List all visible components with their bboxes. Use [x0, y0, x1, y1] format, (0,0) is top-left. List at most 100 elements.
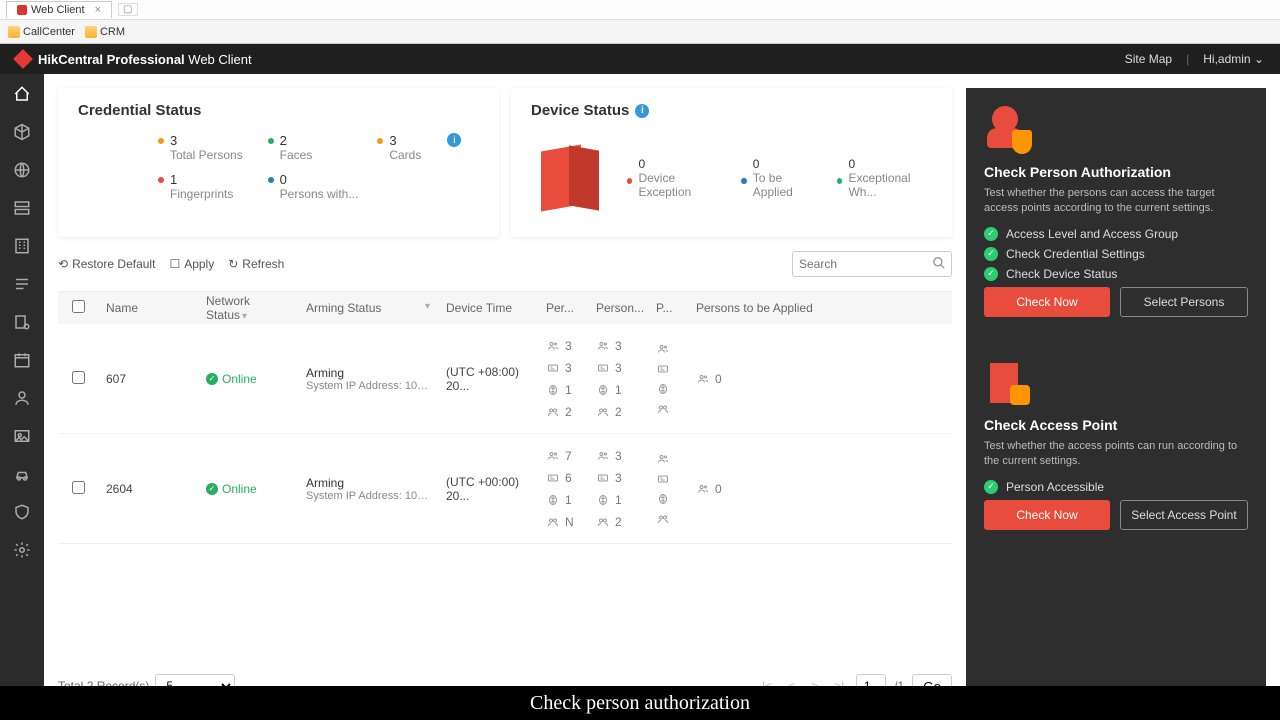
status-dot — [377, 138, 383, 144]
network-status: ✓Online — [206, 372, 290, 386]
card-title: Credential Status — [78, 102, 479, 119]
table-row[interactable]: 607✓OnlineArmingSystem IP Address: 10.9.… — [58, 324, 952, 434]
device-time: (UTC +08:00) 20... — [438, 365, 538, 393]
tab-title: Web Client — [31, 4, 85, 16]
table-row[interactable]: 2604 ✓Online ArmingSystem IP Address: 10.9… — [58, 434, 952, 544]
credential-grid: 3Total Persons 2Faces 3Cardsi 1Fingerpri… — [158, 133, 479, 201]
browser-tab[interactable]: Web Client × — [6, 1, 112, 18]
person-metric-icon — [546, 494, 560, 506]
nav-globe-icon[interactable] — [12, 160, 32, 180]
device-table: Name Network Status▾ Arming Status▾ Devi… — [58, 291, 952, 656]
nav-settings-icon[interactable] — [12, 540, 32, 560]
person-metric-icon — [546, 516, 560, 528]
person-metric-icon — [596, 406, 610, 418]
col-network[interactable]: Network Status▾ — [198, 294, 298, 322]
main-area: Credential Status 3Total Persons 2Faces … — [58, 88, 952, 706]
arming-status: Arming — [306, 476, 430, 490]
search-input[interactable] — [792, 251, 952, 277]
filter-icon[interactable]: ▾ — [242, 311, 247, 322]
nav-image-icon[interactable] — [12, 426, 32, 446]
nav-device-icon[interactable] — [12, 312, 32, 332]
nav-car-icon[interactable] — [12, 464, 32, 484]
check-item: ✓Access Level and Access Group — [984, 227, 1248, 241]
content: Credential Status 3Total Persons 2Faces … — [44, 74, 1280, 720]
nav-list-icon[interactable] — [12, 274, 32, 294]
section-desc: Test whether the access points can run a… — [984, 439, 1248, 470]
check-ok-icon: ✓ — [984, 480, 998, 494]
device-status-card: Device Status i 0Device Exception 0To be… — [511, 88, 952, 237]
table-header: Name Network Status▾ Arming Status▾ Devi… — [58, 292, 952, 324]
person-metric-icon — [656, 493, 670, 505]
app-header: HikCentral Professional Web Client Site … — [0, 44, 1280, 74]
status-dot — [268, 177, 274, 183]
site-map-link[interactable]: Site Map — [1125, 52, 1172, 66]
bookmark-crm[interactable]: CRM — [85, 26, 125, 38]
status-dot — [627, 178, 632, 184]
filter-icon[interactable]: ▾ — [425, 301, 430, 312]
col-time[interactable]: Device Time — [438, 301, 538, 315]
status-dot — [741, 178, 746, 184]
info-icon[interactable]: i — [447, 133, 461, 147]
apply-button[interactable]: ☐Apply — [169, 257, 214, 271]
brand: HikCentral Professional Web Client — [16, 52, 252, 67]
person-metric-icon — [696, 373, 710, 385]
restore-default-button[interactable]: ⟲Restore Default — [58, 257, 155, 271]
device-stats: 0Device Exception 0To be Applied 0Except… — [627, 157, 932, 199]
select-access-point-button[interactable]: Select Access Point — [1120, 500, 1248, 530]
check-item: ✓Check Device Status — [984, 267, 1248, 281]
nav-cube-icon[interactable] — [12, 122, 32, 142]
select-all-checkbox[interactable] — [72, 300, 85, 313]
person-metric-icon — [596, 384, 610, 396]
online-icon: ✓ — [206, 373, 218, 385]
select-persons-button[interactable]: Select Persons — [1120, 287, 1248, 317]
row-checkbox[interactable] — [72, 371, 85, 384]
nav-calendar-icon[interactable] — [12, 350, 32, 370]
new-tab-button[interactable]: ▢ — [118, 3, 137, 16]
person-metric-icon — [596, 516, 610, 528]
system-ip: System IP Address: 10.9.97.... — [306, 380, 430, 392]
nav-home-icon[interactable] — [12, 84, 32, 104]
person-metric-icon — [546, 340, 560, 352]
device-time: (UTC +00:00) 20... — [438, 475, 538, 503]
separator: | — [1186, 52, 1189, 66]
nav-server-icon[interactable] — [12, 198, 32, 218]
person-metric-icon — [656, 343, 670, 355]
system-ip: System IP Address: 10.9.97.... — [306, 490, 430, 502]
refresh-button[interactable]: ↻Refresh — [228, 257, 284, 271]
col-persons-applied[interactable]: Persons to be Applied — [688, 301, 952, 315]
check-now-button[interactable]: Check Now — [984, 287, 1110, 317]
row-checkbox[interactable] — [72, 481, 85, 494]
col-persons-3[interactable]: P... — [648, 301, 688, 315]
info-icon[interactable]: i — [635, 104, 649, 118]
tab-close-icon[interactable]: × — [95, 4, 101, 16]
section-title: Check Access Point — [984, 417, 1248, 433]
col-arming[interactable]: Arming Status▾ — [298, 301, 438, 315]
nav-shield-icon[interactable] — [12, 502, 32, 522]
device-name: 2604 — [98, 482, 198, 496]
card-title: Device Status i — [531, 102, 932, 119]
col-persons-2[interactable]: Person... — [588, 301, 648, 315]
check-ok-icon: ✓ — [984, 227, 998, 241]
bookmark-callcenter[interactable]: CallCenter — [8, 26, 75, 38]
arming-status: Arming — [306, 366, 430, 380]
person-metric-icon — [656, 403, 670, 415]
person-metric-icon — [546, 384, 560, 396]
right-panel: Check Person Authorization Test whether … — [966, 88, 1266, 706]
check-now-button[interactable]: Check Now — [984, 500, 1110, 530]
nav-building-icon[interactable] — [12, 236, 32, 256]
bookmark-icon — [8, 26, 20, 38]
toolbar: ⟲Restore Default ☐Apply ↻Refresh — [58, 247, 952, 281]
bookmarks-bar: CallCenter CRM — [0, 20, 1280, 44]
search-box — [792, 251, 952, 277]
apply-icon: ☐ — [169, 257, 180, 271]
search-icon[interactable] — [932, 256, 946, 270]
user-menu[interactable]: Hi,admin ⌄ — [1203, 52, 1264, 66]
col-name[interactable]: Name — [98, 301, 198, 315]
access-point-icon — [984, 359, 1034, 409]
side-nav — [0, 74, 44, 720]
col-persons-1[interactable]: Per... — [538, 301, 588, 315]
nav-person-icon[interactable] — [12, 388, 32, 408]
person-metric-icon — [546, 362, 560, 374]
person-metric-icon — [596, 340, 610, 352]
network-status: ✓Online — [206, 482, 290, 496]
